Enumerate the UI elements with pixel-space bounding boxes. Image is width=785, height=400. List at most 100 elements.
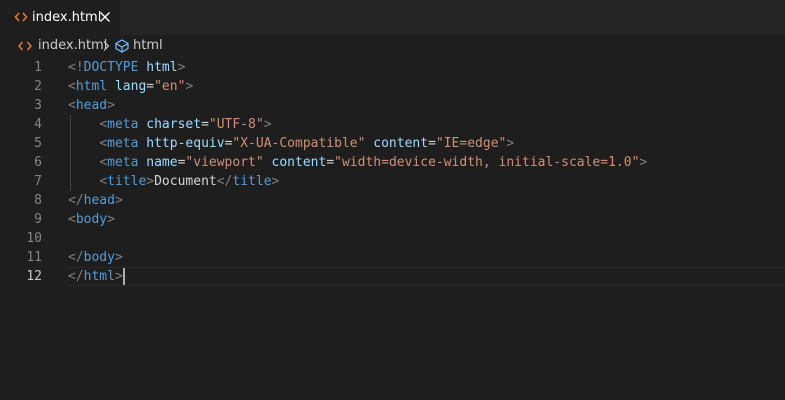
tab-bar: index.html	[0, 0, 785, 35]
code-token: "UTF-8"	[208, 117, 264, 132]
code-token: <	[68, 98, 76, 113]
line-number: 1	[34, 60, 42, 75]
code-token: "X-UA-Compatible"	[232, 136, 366, 151]
code-token: html	[83, 269, 115, 284]
code-token: </	[68, 269, 84, 284]
line-number: 4	[34, 117, 42, 132]
code-token: title	[107, 174, 147, 189]
chevron-right-icon	[103, 41, 110, 51]
code-token: >	[263, 117, 272, 132]
code-token: name	[146, 155, 178, 170]
code-text: <title>Document</title>	[68, 172, 279, 191]
code-file-icon	[18, 41, 32, 51]
code-token: >	[177, 60, 186, 75]
code-token: "en"	[154, 79, 186, 94]
current-line-highlight	[68, 267, 785, 286]
code-token: >	[107, 98, 115, 113]
line-number: 7	[34, 174, 42, 189]
indent-guide	[70, 115, 71, 191]
code-token: >	[107, 212, 115, 227]
code-token: content	[373, 136, 429, 151]
code-line[interactable]: 11 </body>	[0, 248, 785, 267]
code-line[interactable]: 9 <body>	[0, 210, 785, 229]
code-token: meta	[107, 136, 139, 151]
breadcrumb-file[interactable]: index.html	[38, 38, 107, 54]
code-line[interactable]: 7 <title>Document</title>	[0, 172, 785, 191]
code-editor: index.html index.html html 1 <!DOCTYPE ht…	[0, 0, 785, 400]
code-token: >	[114, 269, 123, 284]
line-number: 6	[34, 155, 42, 170]
code-text: <html lang="en">	[68, 77, 193, 96]
code-token: Document	[154, 174, 217, 189]
code-token: <	[99, 155, 108, 170]
breadcrumb-symbol[interactable]: html	[133, 38, 163, 54]
code-token: html	[75, 79, 108, 94]
code-text: </body>	[68, 248, 123, 267]
code-token: html	[146, 60, 178, 75]
code-line[interactable]: 5 <meta http-equiv = "X-UA-Compatible" con…	[0, 134, 785, 153]
line-number: 3	[34, 98, 42, 113]
line-number: 9	[34, 212, 42, 227]
code-token: meta	[107, 117, 139, 132]
code-token: >	[114, 193, 123, 208]
code-line[interactable]: 10	[0, 229, 785, 248]
code-token: =	[201, 117, 209, 132]
code-line[interactable]: 1 <!DOCTYPE html>	[0, 58, 785, 77]
code-token: <	[99, 174, 108, 189]
code-token: >	[639, 155, 648, 170]
code-line[interactable]: 3 <head>	[0, 96, 785, 115]
code-token: body	[83, 250, 115, 265]
line-number: 2	[34, 79, 42, 94]
code-token: =	[146, 79, 155, 94]
code-file-icon	[14, 12, 28, 22]
code-token: >	[271, 174, 280, 189]
code-line[interactable]: 12 </html>	[0, 267, 785, 286]
code-token: >	[114, 250, 123, 265]
code-line[interactable]: 8 </head>	[0, 191, 785, 210]
code-token: </	[216, 174, 233, 189]
code-token: <	[99, 117, 108, 132]
line-number: 11	[26, 250, 42, 265]
code-text: </html>	[68, 267, 123, 286]
text-cursor	[122, 268, 125, 285]
code-token: <	[68, 212, 76, 227]
code-line[interactable]: 2 <html lang="en">	[0, 77, 785, 96]
line-number: 10	[26, 231, 42, 246]
code-token: lang	[114, 79, 147, 94]
code-token: "viewport"	[185, 155, 264, 170]
code-text: <head>	[68, 96, 115, 115]
code-token: </	[68, 193, 84, 208]
line-number: 8	[34, 193, 42, 208]
code-token: charset	[146, 117, 202, 132]
code-line[interactable]: 4 <meta charset="UTF-8">	[0, 115, 785, 134]
tab-label: index.html	[32, 10, 102, 25]
code-token: head	[75, 98, 108, 113]
code-token: content	[271, 155, 327, 170]
code-text: <meta http-equiv = "X-UA-Compatible" conte…	[68, 134, 514, 153]
code-token: body	[75, 212, 108, 227]
code-text: <meta name="viewport" content="width=dev…	[68, 153, 647, 172]
code-token: <	[99, 136, 108, 151]
code-token: <!	[68, 60, 84, 75]
code-area[interactable]: 1 <!DOCTYPE html> 2 <html lang="en"> 3 <head>…	[0, 57, 785, 400]
tab-index-html[interactable]: index.html	[0, 0, 120, 35]
code-token: =	[428, 136, 436, 151]
code-text: <meta charset="UTF-8">	[68, 115, 272, 134]
code-line[interactable]: 6 <meta name="viewport" content="width=d…	[0, 153, 785, 172]
code-token: "IE=edge"	[435, 136, 507, 151]
code-token: meta	[107, 155, 139, 170]
code-token: =	[326, 155, 335, 170]
code-token: http-equiv	[146, 136, 225, 151]
symbol-structure-icon	[115, 39, 129, 53]
code-token: >	[185, 79, 194, 94]
code-token: <	[68, 79, 76, 94]
code-token: >	[146, 174, 155, 189]
code-token: </	[68, 250, 84, 265]
code-token: head	[83, 193, 115, 208]
line-number: 12	[26, 269, 42, 284]
close-icon[interactable]	[99, 11, 111, 23]
